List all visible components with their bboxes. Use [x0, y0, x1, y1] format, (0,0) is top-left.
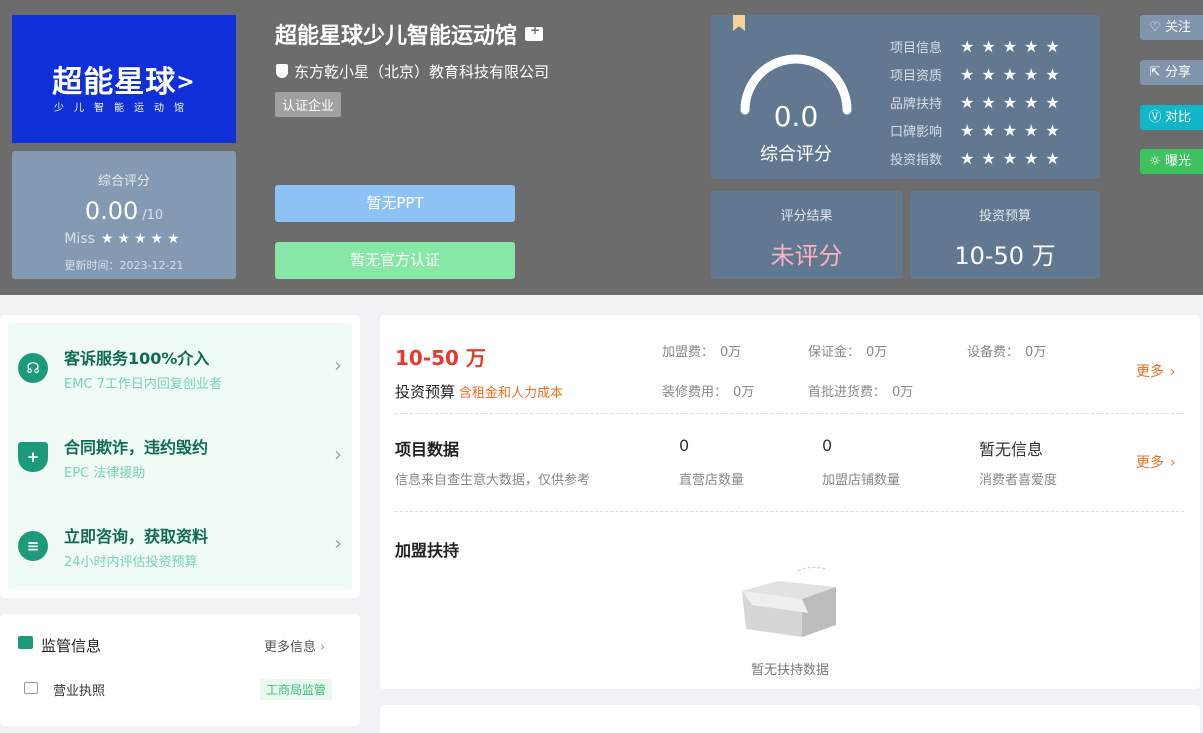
certified-badge: 认证企业 [275, 92, 342, 117]
regulation-title: 监管信息 [41, 637, 102, 655]
star-rating-icon: ★★★★★ [960, 148, 1067, 168]
folder-add-icon[interactable] [525, 23, 544, 41]
update-time: 更新时间：2023-12-21 [64, 259, 184, 272]
logo-subtitle: 少儿智能运动馆 [54, 103, 194, 114]
project-data-source: 信息来自查生意大数据，仅供参考 [395, 473, 591, 488]
license-icon [24, 682, 38, 694]
franchise-store-count: 0 [822, 436, 833, 455]
chat-icon: ≡ [18, 531, 48, 561]
direct-store-count: 0 [679, 436, 690, 455]
investment-section: 10-50 万 投资预算 含租金和人力成本 加盟费： 0万 保证金： 0万 设备费： 0… [380, 315, 1200, 413]
consumer-preference-label: 消费者喜爱度 [979, 473, 1058, 488]
service-panel: ☊ 客诉服务100%介入 EMC 7工作日内回复创业者 › + 合同欺诈，违约毁… [0, 315, 360, 598]
follow-button[interactable]: ♡ 关注 [1140, 15, 1203, 40]
metric-row: 投资指数 ★★★★★ [890, 148, 1067, 168]
share-icon: ⇱ [1149, 65, 1161, 80]
empty-box-icon [742, 566, 836, 637]
share-button[interactable]: ⇱ 分享 [1140, 60, 1203, 85]
official-cert-button[interactable]: 暂无官方认证 [275, 242, 515, 279]
chevron-right-icon: › [1170, 455, 1176, 471]
chevron-right-icon: › [1170, 364, 1176, 380]
star-rating-icon: ★★★★★ [960, 36, 1067, 56]
direct-store-label: 直营店数量 [679, 473, 745, 488]
project-data-title: 项目数据 [395, 440, 460, 459]
support-title: 加盟扶持 [395, 541, 460, 560]
rating-result-value: 未评分 [770, 242, 843, 270]
license-label: 营业执照 [53, 684, 106, 699]
rating-metrics: 项目信息 ★★★★★ 项目资质 ★★★★★ 品牌扶持 ★★★★★ 口碑影响 ★★★★★ … [890, 32, 1067, 172]
score-card-value: 0.00 [84, 197, 139, 225]
company-name[interactable]: 东方乾小星（北京）教育科技有限公司 [276, 61, 549, 82]
service-item-complaint[interactable]: ☊ 客诉服务100%介入 EMC 7工作日内回复创业者 › [8, 323, 352, 412]
fee-item: 保证金： 0万 [808, 345, 888, 360]
metric-row: 品牌扶持 ★★★★★ [890, 92, 1067, 112]
star-rating-icon: ★★★★★ [960, 92, 1067, 112]
fee-item: 首批进货费： 0万 [808, 385, 914, 400]
sun-icon: ☼ [1149, 154, 1161, 169]
chevron-right-icon: › [334, 442, 342, 466]
empty-support-label: 暂无扶持数据 [750, 663, 829, 678]
score-card: 综合评分 0.00/10 Miss ★★★★★ 更新时间：2023-12-21 [12, 151, 236, 279]
chevron-right-icon: › [320, 640, 326, 655]
service-item-legal[interactable]: + 合同欺诈，违约毁约 EPC 法律援助 › [8, 412, 352, 501]
chevron-right-icon: › [334, 353, 342, 377]
brand-logo: 超能星球> 少儿智能运动馆 [12, 15, 236, 143]
budget-note: 含租金和人力成本 [459, 386, 564, 401]
star-rating-icon: ★★★★★ [960, 64, 1067, 84]
logo-arrow: > [176, 70, 196, 95]
fee-item: 装修费用： 0万 [662, 385, 755, 400]
score-card-label: 综合评分 [97, 174, 150, 189]
divider [395, 511, 1184, 512]
star-rating-icon: ★★★★★ [100, 231, 184, 247]
score-level: Miss [64, 231, 95, 247]
regulation-panel: 监管信息 更多信息 › 营业执照 工商局监管 [0, 614, 360, 726]
header-banner: 超能星球> 少儿智能运动馆 综合评分 0.00/10 Miss ★★★★★ 更新时… [0, 0, 1203, 295]
metric-row: 口碑影响 ★★★★★ [890, 120, 1067, 140]
logo-text: 超能星球 [52, 65, 177, 100]
service-item-consult[interactable]: ≡ 立即咨询，获取资料 24小时内评估投资预算 › [8, 501, 352, 590]
divider [395, 413, 1184, 414]
star-rating-icon: ★★★★★ [960, 120, 1067, 140]
consumer-preference-value: 暂无信息 [979, 440, 1044, 459]
license-tag: 工商局监管 [260, 679, 333, 700]
chart-icon [18, 636, 33, 649]
vs-icon: Ⓥ [1148, 110, 1162, 125]
bookmark-icon [733, 15, 745, 31]
fee-item: 加盟费： 0万 [662, 345, 742, 360]
heart-icon: ♡ [1149, 20, 1161, 35]
investment-budget-value: 10-50 万 [954, 242, 1056, 270]
metric-row: 项目信息 ★★★★★ [890, 36, 1067, 56]
chevron-right-icon: › [334, 531, 342, 555]
overall-rating-panel: 0.0 综合评分 项目信息 ★★★★★ 项目资质 ★★★★★ 品牌扶持 ★★★★★ 口… [711, 15, 1100, 179]
score-card-denominator: /10 [142, 208, 164, 223]
overall-score-label: 综合评分 [760, 144, 832, 165]
investment-budget-card: 投资预算 10-50 万 [910, 191, 1100, 279]
next-panel [380, 705, 1200, 733]
main-info-panel: 10-50 万 投资预算 含租金和人力成本 加盟费： 0万 保证金： 0万 设备费： 0… [380, 315, 1200, 689]
headset-icon: ☊ [18, 353, 48, 383]
page-title: 超能星球少儿智能运动馆 [275, 18, 544, 50]
franchise-store-label: 加盟店铺数量 [822, 473, 901, 488]
compare-button[interactable]: Ⓥ 对比 [1140, 105, 1203, 130]
budget-value: 10-50 万 [395, 346, 486, 370]
score-gauge: 0.0 综合评分 [737, 52, 855, 165]
metric-row: 项目资质 ★★★★★ [890, 64, 1067, 84]
expose-button[interactable]: ☼ 曝光 [1140, 149, 1203, 174]
overall-score-value: 0.0 [773, 100, 819, 133]
budget-label: 投资预算 [395, 383, 456, 401]
rating-result-card: 评分结果 未评分 [711, 191, 902, 279]
project-data-more-link[interactable]: 更多 › [1136, 452, 1176, 472]
investment-more-link[interactable]: 更多 › [1136, 361, 1176, 381]
shield-plus-icon: + [18, 442, 48, 472]
more-info-link[interactable]: 更多信息 › [264, 636, 325, 655]
shield-icon [276, 64, 288, 78]
fee-item: 设备费： 0万 [967, 345, 1047, 360]
ppt-button[interactable]: 暂无PPT [275, 185, 515, 222]
